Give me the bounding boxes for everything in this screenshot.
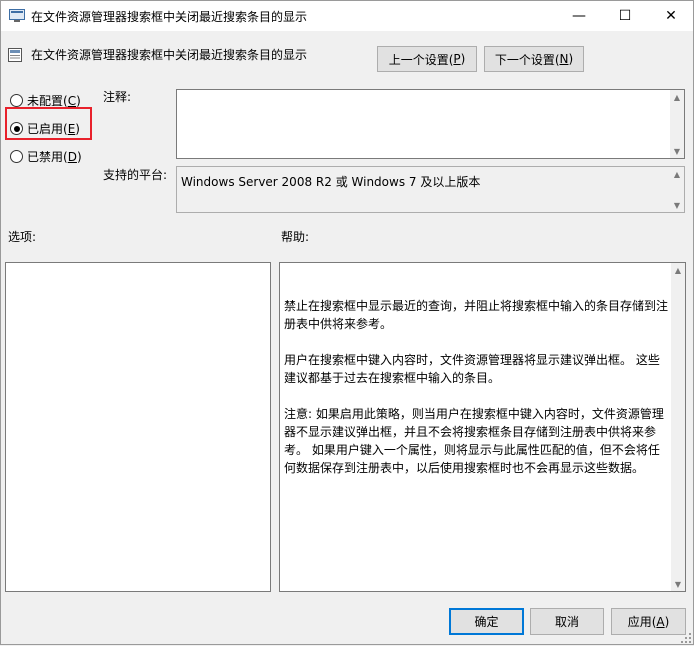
radio-not-configured-label-end: ) xyxy=(76,93,81,108)
previous-setting-label-end: ) xyxy=(460,52,466,66)
apply-accel: A xyxy=(656,614,665,629)
radio-disabled-circle[interactable] xyxy=(10,150,23,163)
policy-name: 在文件资源管理器搜索框中关闭最近搜索条目的显示 xyxy=(31,48,308,62)
radio-disabled-label: 已禁用( xyxy=(27,150,68,164)
scroll-up-arrow-icon[interactable]: ▲ xyxy=(670,90,684,104)
enabled-highlight-box xyxy=(5,107,92,140)
next-setting-label-end: ) xyxy=(568,52,574,66)
help-paragraph: 禁止在搜索框中显示最近的查询，并阻止将搜索框中输入的条目存储到注册表中供将来参考… xyxy=(284,299,669,331)
cancel-button[interactable]: 取消 xyxy=(530,608,604,635)
apply-label-end: ) xyxy=(664,614,670,629)
policy-editor-icon xyxy=(9,9,25,23)
policy-setting-icon xyxy=(7,47,23,63)
previous-setting-label: 上一个设置( xyxy=(388,52,454,67)
ok-button[interactable]: 确定 xyxy=(449,608,524,635)
supported-platform-label: 支持的平台: xyxy=(103,168,168,182)
supported-platform-value: Windows Server 2008 R2 或 Windows 7 及以上版本 xyxy=(181,175,481,189)
comment-scrollbar[interactable]: ▲ ▼ xyxy=(670,90,684,158)
scroll-up-arrow-icon[interactable]: ▲ xyxy=(670,167,684,181)
help-label: 帮助: xyxy=(281,230,310,244)
previous-setting-button[interactable]: 上一个设置(P) xyxy=(377,46,477,72)
radio-disabled[interactable]: 已禁用(D) xyxy=(10,148,82,165)
radio-not-configured-accel: C xyxy=(67,93,77,108)
help-paragraph: 用户在搜索框中键入内容时，文件资源管理器将显示建议弹出框。 这些建议都基于过去在… xyxy=(284,353,660,385)
scroll-down-arrow-icon[interactable]: ▼ xyxy=(670,144,684,158)
title-bar[interactable]: 在文件资源管理器搜索框中关闭最近搜索条目的显示 — ☐ ✕ xyxy=(1,1,693,31)
scroll-down-arrow-icon[interactable]: ▼ xyxy=(671,577,685,591)
help-paragraph: 注意: 如果启用此策略，则当用户在搜索框中键入内容时，文件资源管理器不显示建议弹… xyxy=(284,407,664,475)
window-title: 在文件资源管理器搜索框中关闭最近搜索条目的显示 xyxy=(31,10,308,24)
next-setting-button[interactable]: 下一个设置(N) xyxy=(484,46,584,72)
minimize-button[interactable]: — xyxy=(556,1,602,31)
radio-not-configured-circle[interactable] xyxy=(10,94,23,107)
close-button[interactable]: ✕ xyxy=(648,1,694,31)
maximize-button[interactable]: ☐ xyxy=(602,1,648,31)
next-setting-label: 下一个设置( xyxy=(494,52,560,67)
options-label: 选项: xyxy=(8,230,37,244)
radio-disabled-label-end: ) xyxy=(76,149,82,164)
help-text: 禁止在搜索框中显示最近的查询，并阻止将搜索框中输入的条目存储到注册表中供将来参考… xyxy=(284,297,669,495)
comment-label: 注释: xyxy=(103,90,132,104)
scroll-down-arrow-icon[interactable]: ▼ xyxy=(670,198,684,212)
scroll-up-arrow-icon[interactable]: ▲ xyxy=(671,263,685,277)
apply-button[interactable]: 应用(A) xyxy=(611,608,686,635)
comment-textarea[interactable]: ▲ ▼ xyxy=(176,89,685,159)
help-panel: 禁止在搜索框中显示最近的查询，并阻止将搜索框中输入的条目存储到注册表中供将来参考… xyxy=(279,262,686,592)
options-panel xyxy=(5,262,271,592)
resize-grip-icon[interactable] xyxy=(681,632,691,643)
radio-disabled-accel: D xyxy=(67,149,77,164)
policy-dialog-window: 在文件资源管理器搜索框中关闭最近搜索条目的显示 — ☐ ✕ 在文件资源管理器搜索… xyxy=(0,0,694,645)
next-setting-accel: N xyxy=(559,52,569,66)
supported-platform-field: Windows Server 2008 R2 或 Windows 7 及以上版本… xyxy=(176,166,685,213)
help-scrollbar[interactable]: ▲ ▼ xyxy=(671,263,685,591)
previous-setting-accel: P xyxy=(453,52,461,66)
apply-label: 应用( xyxy=(627,615,657,629)
platform-scrollbar[interactable]: ▲ ▼ xyxy=(670,167,684,212)
